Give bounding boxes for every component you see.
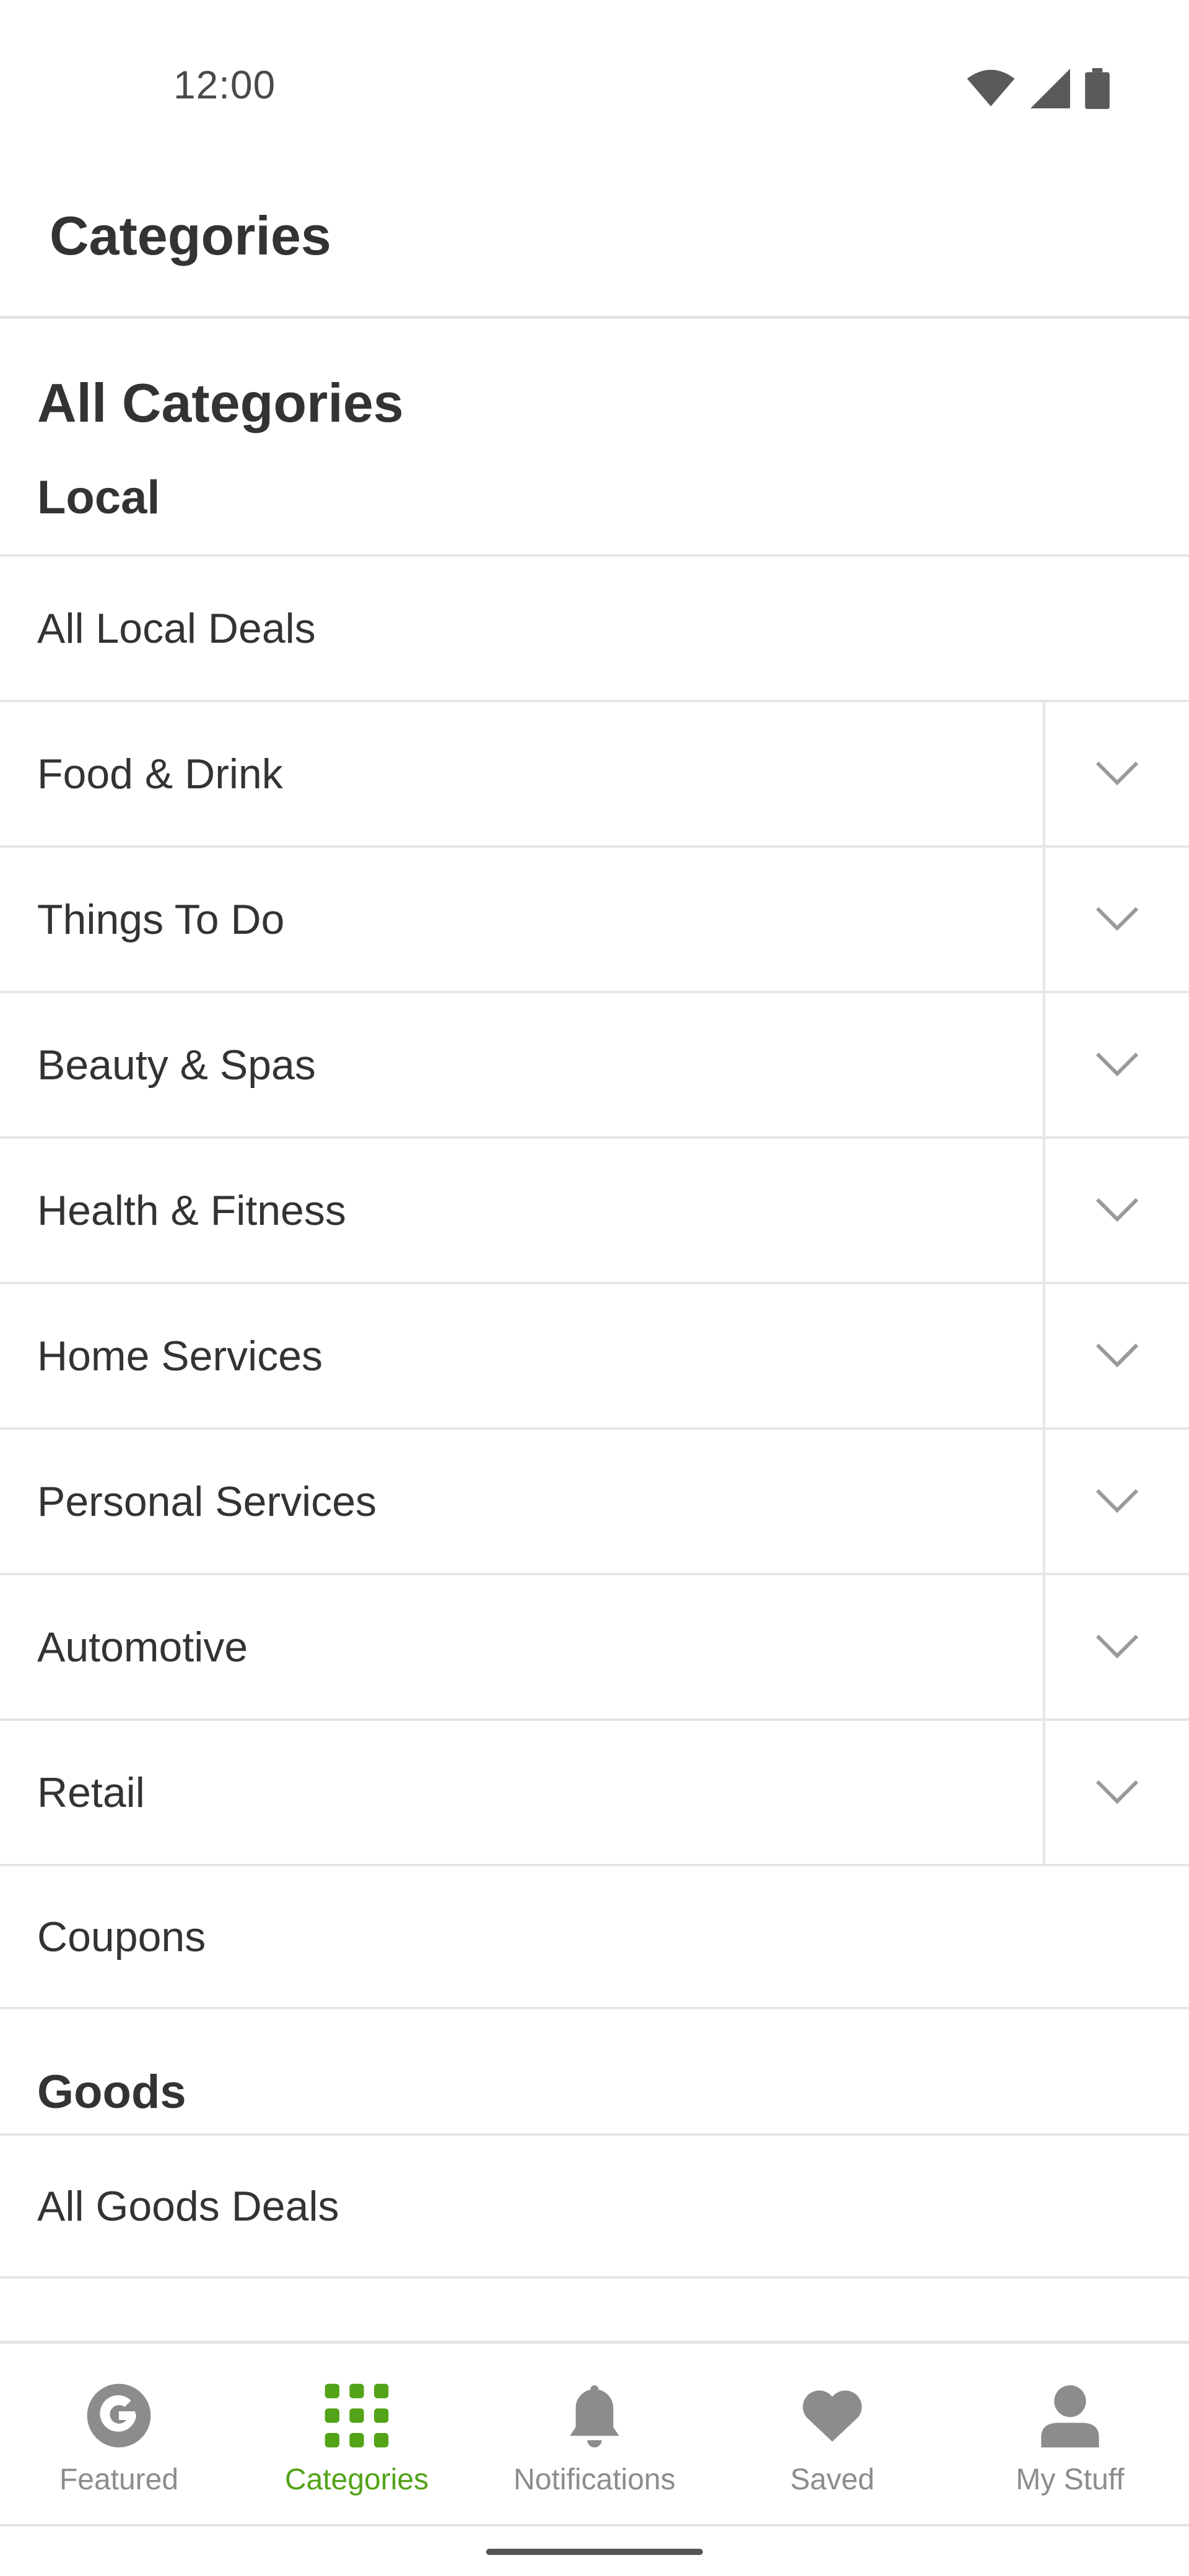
expand-toggle[interactable] — [1043, 1284, 1189, 1427]
category-row-health-fitness[interactable]: Health & Fitness — [0, 1136, 1189, 1282]
grid-icon — [324, 2383, 389, 2448]
chevron-down-icon — [1095, 1198, 1139, 1222]
category-label: Personal Services — [37, 1477, 377, 1525]
person-icon — [1041, 2385, 1099, 2448]
status-bar: 12:00 — [0, 0, 1189, 180]
category-row-all-local-deals[interactable]: All Local Deals — [0, 554, 1189, 700]
category-row-home-services[interactable]: Home Services — [0, 1282, 1189, 1427]
category-label: Retail — [37, 1769, 145, 1816]
battery-icon — [1085, 68, 1110, 109]
category-label: Things To Do — [37, 895, 285, 943]
category-label: Food & Drink — [37, 750, 283, 798]
nav-my-stuff[interactable]: My Stuff — [951, 2344, 1189, 2524]
goods-category-list: All Goods Deals — [0, 2133, 1189, 2279]
app-bar: Categories — [0, 180, 1189, 319]
expand-toggle[interactable] — [1043, 1430, 1189, 1573]
status-icons — [966, 68, 1110, 109]
expand-toggle[interactable] — [1043, 1721, 1189, 1864]
nav-label: Featured — [59, 2463, 179, 2496]
chevron-down-icon — [1095, 1343, 1139, 1367]
heart-icon — [803, 2390, 862, 2442]
category-label: Coupons — [37, 1913, 206, 1960]
category-label: All Goods Deals — [37, 2182, 339, 2230]
status-time: 12:00 — [173, 63, 276, 107]
category-row-personal-services[interactable]: Personal Services — [0, 1427, 1189, 1573]
nav-label: Notifications — [513, 2463, 676, 2496]
nav-categories[interactable]: Categories — [238, 2344, 476, 2524]
chevron-down-icon — [1095, 1780, 1139, 1804]
nav-label: Saved — [790, 2463, 875, 2496]
category-row-automotive[interactable]: Automotive — [0, 1573, 1189, 1718]
category-label: All Local Deals — [37, 604, 316, 652]
category-row-beauty-spas[interactable]: Beauty & Spas — [0, 991, 1189, 1136]
bottom-nav: Featured Categories Notifications Saved … — [0, 2341, 1189, 2526]
category-row-things-to-do[interactable]: Things To Do — [0, 845, 1189, 991]
wifi-icon — [967, 69, 1015, 107]
category-label: Health & Fitness — [37, 1186, 346, 1234]
expand-toggle[interactable] — [1043, 1139, 1189, 1282]
chevron-down-icon — [1095, 761, 1139, 785]
category-label: Beauty & Spas — [37, 1041, 316, 1089]
section-title: All Categories — [37, 372, 404, 433]
groupon-g-icon — [87, 2383, 151, 2448]
group-heading-goods: Goods — [37, 2066, 186, 2118]
local-category-list: All Local Deals Food & Drink Things To D… — [0, 554, 1189, 2009]
nav-label: Categories — [284, 2463, 429, 2496]
nav-featured[interactable]: Featured — [0, 2344, 238, 2524]
chevron-down-icon — [1095, 907, 1139, 931]
nav-label: My Stuff — [1016, 2463, 1125, 2496]
category-row-food-drink[interactable]: Food & Drink — [0, 700, 1189, 845]
chevron-down-icon — [1095, 1634, 1139, 1658]
signal-icon — [1030, 69, 1070, 108]
expand-toggle[interactable] — [1043, 702, 1189, 845]
expand-toggle[interactable] — [1043, 993, 1189, 1136]
nav-notifications[interactable]: Notifications — [476, 2344, 713, 2524]
category-row-all-goods-deals[interactable]: All Goods Deals — [0, 2133, 1189, 2279]
category-label: Automotive — [37, 1623, 248, 1671]
chevron-down-icon — [1095, 1489, 1139, 1513]
bell-icon — [570, 2385, 619, 2448]
category-row-retail[interactable]: Retail — [0, 1718, 1189, 1864]
nav-saved[interactable]: Saved — [713, 2344, 951, 2524]
expand-toggle[interactable] — [1043, 848, 1189, 991]
app-root: 12:00 Categories All Categories Local Al… — [0, 0, 1189, 2576]
category-label: Home Services — [37, 1332, 323, 1380]
page-title: Categories — [50, 205, 331, 266]
chevron-down-icon — [1095, 1052, 1139, 1076]
category-row-coupons[interactable]: Coupons — [0, 1864, 1189, 2009]
group-heading-local: Local — [37, 471, 160, 524]
expand-toggle[interactable] — [1043, 1575, 1189, 1718]
home-indicator[interactable] — [486, 2549, 703, 2555]
